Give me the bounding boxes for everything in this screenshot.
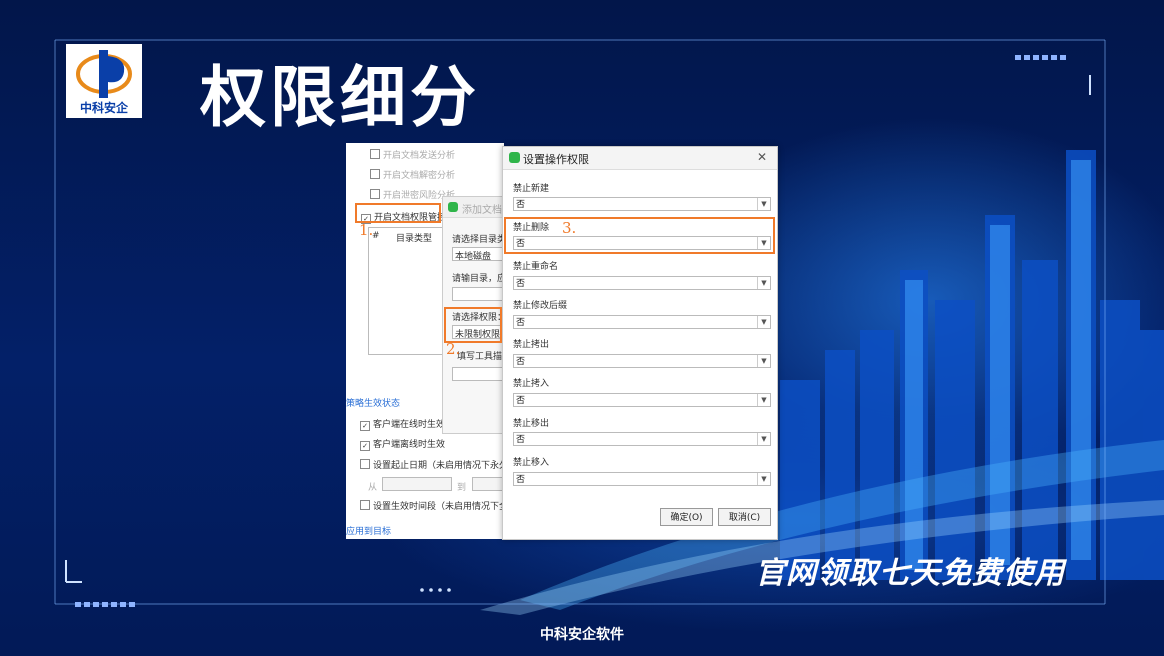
select-value: 否: [516, 357, 526, 367]
set-operation-permissions-dialog: 设置操作权限 ✕ 禁止新建 否 ▼ 禁止删除 否 ▼ 禁止重命名 否 ▼ 禁止修改后缀…: [502, 146, 778, 540]
time-range-row[interactable]: 设置生效时间段（未启用情况下全: [360, 499, 508, 512]
apply-to-target-link[interactable]: 应用到目标: [346, 524, 391, 537]
select-value: 否: [516, 475, 526, 485]
select-value: 否: [516, 435, 526, 445]
checkbox[interactable]: [370, 169, 380, 179]
option-label: 开启文档解密分析: [383, 171, 456, 181]
select-no-create[interactable]: 否 ▼: [513, 197, 771, 211]
status-label: 设置起止日期（未启用情况下永久: [373, 461, 509, 471]
highlight-box-3: [504, 217, 775, 254]
select-dir-label: 请选择目录类: [452, 235, 507, 245]
field-label-no-copy-in: 禁止拷入: [513, 379, 550, 389]
end-date-input[interactable]: [472, 477, 504, 491]
section-title: 策略生效状态: [346, 399, 401, 409]
select-no-move-out[interactable]: 否 ▼: [513, 432, 771, 446]
highlight-box-2: [444, 307, 502, 343]
tool-desc-input[interactable]: [452, 367, 505, 381]
to-label: 到: [457, 483, 467, 493]
status-label: 客户端在线时生效: [373, 420, 446, 430]
option-row[interactable]: 开启文档解密分析: [370, 168, 455, 181]
checkbox[interactable]: [360, 459, 370, 469]
chevron-down-icon[interactable]: ▼: [757, 394, 770, 406]
select-no-copy-out[interactable]: 否 ▼: [513, 354, 771, 368]
chevron-down-icon[interactable]: ▼: [757, 198, 770, 210]
cancel-button[interactable]: 取消(C): [718, 508, 771, 526]
option-label: 开启文档发送分析: [383, 151, 456, 161]
tool-desc-label: 填写工具描: [457, 352, 503, 362]
select-value: 否: [516, 318, 526, 328]
select-no-move-in[interactable]: 否 ▼: [513, 472, 771, 486]
logo-text: 中科安企: [79, 101, 128, 115]
footer-company-name: 中科安企软件: [540, 627, 624, 643]
select-no-rename[interactable]: 否 ▼: [513, 276, 771, 290]
checkbox[interactable]: [370, 189, 380, 199]
add-document-title: 添加文档: [462, 205, 502, 216]
dialog-title: 设置操作权限: [523, 153, 589, 166]
callout-number-3: 3.: [562, 219, 577, 237]
logo-mark-icon: [76, 50, 132, 98]
callout-number-1: 1.: [359, 221, 374, 239]
field-label-no-move-in: 禁止移入: [513, 458, 550, 468]
table-header-dir-type: 目录类型: [396, 234, 433, 244]
field-label-no-copy-out: 禁止拷出: [513, 340, 550, 350]
checkbox[interactable]: [360, 500, 370, 510]
checkbox-checked[interactable]: ✓: [360, 421, 370, 431]
start-date-input[interactable]: [382, 477, 452, 491]
dialog-header: 设置操作权限 ✕: [503, 147, 777, 170]
chevron-down-icon[interactable]: ▼: [757, 316, 770, 328]
checkbox[interactable]: [370, 149, 380, 159]
select-no-change-ext[interactable]: 否 ▼: [513, 315, 771, 329]
status-label: 客户端离线时生效: [373, 440, 446, 450]
field-label-no-rename: 禁止重命名: [513, 262, 559, 272]
callout-number-2: 2.: [446, 340, 461, 358]
add-document-header: 添加文档: [443, 197, 505, 218]
field-label-no-change-ext: 禁止修改后缀: [513, 301, 568, 311]
chevron-down-icon[interactable]: ▼: [757, 277, 770, 289]
app-icon: [448, 202, 458, 212]
status-row[interactable]: ✓ 客户端在线时生效: [360, 417, 445, 431]
chevron-down-icon[interactable]: ▼: [757, 433, 770, 445]
checkbox-checked[interactable]: ✓: [360, 441, 370, 451]
field-label-no-create: 禁止新建: [513, 184, 550, 194]
directory-table: [368, 227, 448, 355]
input-dir-label: 请输目录，应: [452, 274, 507, 284]
field-label-no-move-out: 禁止移出: [513, 419, 550, 429]
page-title: 权限细分: [200, 59, 480, 136]
select-value: 否: [516, 396, 526, 406]
company-logo: 中科安企: [66, 44, 142, 118]
chevron-down-icon[interactable]: ▼: [757, 473, 770, 485]
select-value: 否: [516, 200, 526, 210]
app-icon: [509, 152, 520, 163]
option-row[interactable]: 开启文档发送分析: [370, 148, 455, 161]
highlight-box-1: [355, 203, 441, 223]
close-icon[interactable]: ✕: [757, 150, 767, 164]
dir-path-input[interactable]: [452, 287, 505, 301]
dir-type-select[interactable]: 本地磁盘: [452, 247, 505, 262]
select-no-copy-in[interactable]: 否 ▼: [513, 393, 771, 407]
status-row[interactable]: ✓ 客户端离线时生效: [360, 437, 445, 451]
select-value: 否: [516, 279, 526, 289]
dir-type-value: 本地磁盘: [455, 252, 492, 262]
slogan: 官网领取七天免费使用: [755, 556, 1065, 591]
time-range-label: 设置生效时间段（未启用情况下全: [373, 502, 509, 512]
chevron-down-icon[interactable]: ▼: [757, 355, 770, 367]
ok-button[interactable]: 确定(O): [660, 508, 713, 526]
from-label: 从: [368, 483, 378, 493]
status-row[interactable]: 设置起止日期（未启用情况下永久: [360, 458, 508, 471]
